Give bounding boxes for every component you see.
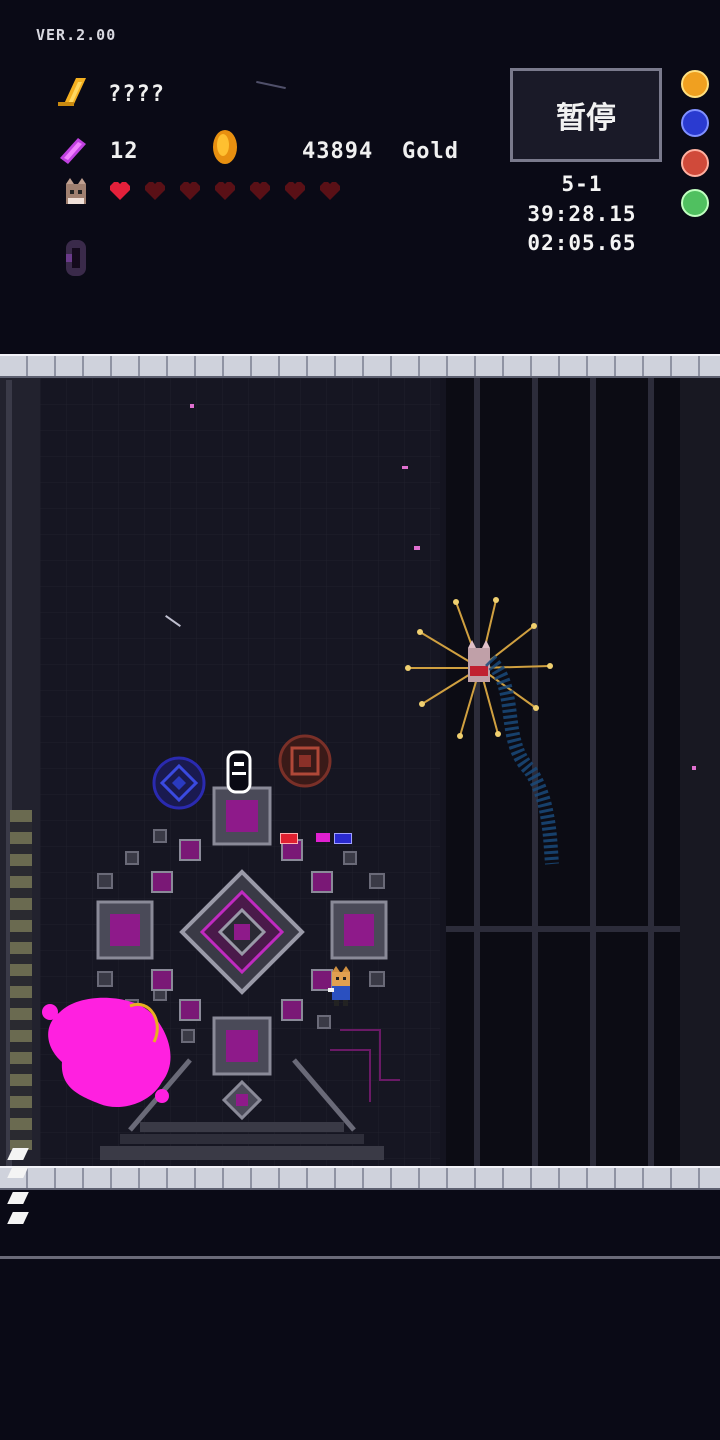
status-red-icon: [280, 833, 298, 844]
status-blue-icon: [334, 833, 352, 844]
heart-full-icon: [110, 182, 130, 200]
red-orb-icon: [681, 149, 709, 177]
heart-empty-icon: [145, 182, 165, 200]
stage-label: 5-1: [561, 172, 603, 196]
total-time: 39:28.15: [527, 202, 637, 226]
particle: [402, 466, 408, 469]
dash-indicator: [7, 1192, 29, 1204]
shaft-crossbar: [446, 926, 680, 932]
shaft-bar: [648, 378, 654, 1168]
dark-ring-icon: [66, 240, 86, 276]
particle: [190, 404, 194, 408]
ammo-count: 12: [110, 139, 139, 164]
heart-empty-icon: [215, 182, 235, 200]
heart-empty-icon: [320, 182, 340, 200]
gold-orb-icon: [681, 70, 709, 98]
magenta-bar-icon: [60, 138, 86, 164]
bottom-divider: [0, 1256, 720, 1259]
right-wall: [680, 378, 720, 1168]
shaft-bar: [590, 378, 596, 1168]
weapon-name: ????: [108, 82, 165, 107]
pause-button[interactable]: 暂停: [510, 68, 662, 162]
heart-empty-icon: [180, 182, 200, 200]
floor-rail: [0, 1166, 720, 1190]
left-wall-ladder: [10, 810, 32, 1150]
blue-orb-icon: [681, 109, 709, 137]
gold-coin-icon: [213, 130, 237, 164]
status-magenta-icon: [316, 833, 330, 842]
heart-empty-icon: [285, 182, 305, 200]
character-portrait-icon: [66, 178, 86, 204]
particle: [256, 80, 286, 90]
stage-time: 02:05.65: [527, 231, 637, 255]
green-orb-icon: [681, 189, 709, 217]
gold-label: Gold: [402, 139, 459, 164]
blue-powerup-orb[interactable]: [152, 756, 206, 810]
top-rail: [0, 354, 720, 378]
red-powerup-orb[interactable]: [278, 734, 332, 788]
health-hearts: [108, 180, 348, 204]
heart-empty-icon: [250, 182, 270, 200]
enemy-trail: [484, 655, 559, 865]
ghost-npc[interactable]: [224, 750, 254, 794]
dash-indicator: [7, 1212, 29, 1224]
version-label: VER.2.00: [36, 26, 117, 44]
golden-sword-icon: [58, 78, 86, 106]
magenta-splat: [42, 997, 171, 1108]
gold-amount: 43894: [302, 139, 374, 164]
particle: [692, 766, 696, 770]
particle: [414, 546, 420, 550]
player-character: [328, 966, 350, 1006]
